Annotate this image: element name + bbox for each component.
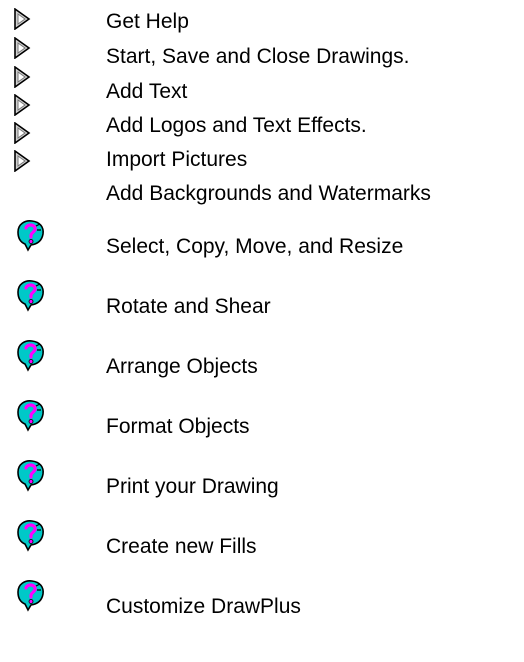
topic-label[interactable]: Add Text (106, 80, 187, 104)
arrow-pointer-icon (14, 8, 31, 30)
topic-label[interactable]: Rotate and Shear (106, 295, 271, 319)
topic-label[interactable]: Add Backgrounds and Watermarks (106, 182, 431, 206)
topic-label[interactable]: Arrange Objects (106, 355, 258, 379)
help-question-icon (17, 580, 44, 612)
help-question-icon (17, 280, 44, 312)
topic-label[interactable]: Get Help (106, 10, 189, 34)
topic-label[interactable]: Import Pictures (106, 148, 247, 172)
help-question-icon (17, 220, 44, 252)
topic-label[interactable]: Customize DrawPlus (106, 595, 301, 619)
help-question-icon (17, 340, 44, 372)
help-question-icon (17, 460, 44, 492)
topic-label[interactable]: Add Logos and Text Effects. (106, 114, 367, 138)
arrow-pointer-icon (14, 37, 31, 59)
arrow-pointer-icon (14, 66, 31, 88)
arrow-pointer-icon (14, 150, 31, 172)
help-question-icon (17, 520, 44, 552)
topic-label[interactable]: Start, Save and Close Drawings. (106, 45, 409, 69)
topic-label[interactable]: Print your Drawing (106, 475, 279, 499)
arrow-pointer-icon (14, 94, 31, 116)
topic-label[interactable]: Select, Copy, Move, and Resize (106, 235, 403, 259)
arrow-pointer-icon (14, 122, 31, 144)
topic-label[interactable]: Format Objects (106, 415, 250, 439)
help-question-icon (17, 400, 44, 432)
topic-label[interactable]: Create new Fills (106, 535, 257, 559)
help-topic-list: Get Help Start, Save and Close Drawings.… (0, 0, 524, 662)
